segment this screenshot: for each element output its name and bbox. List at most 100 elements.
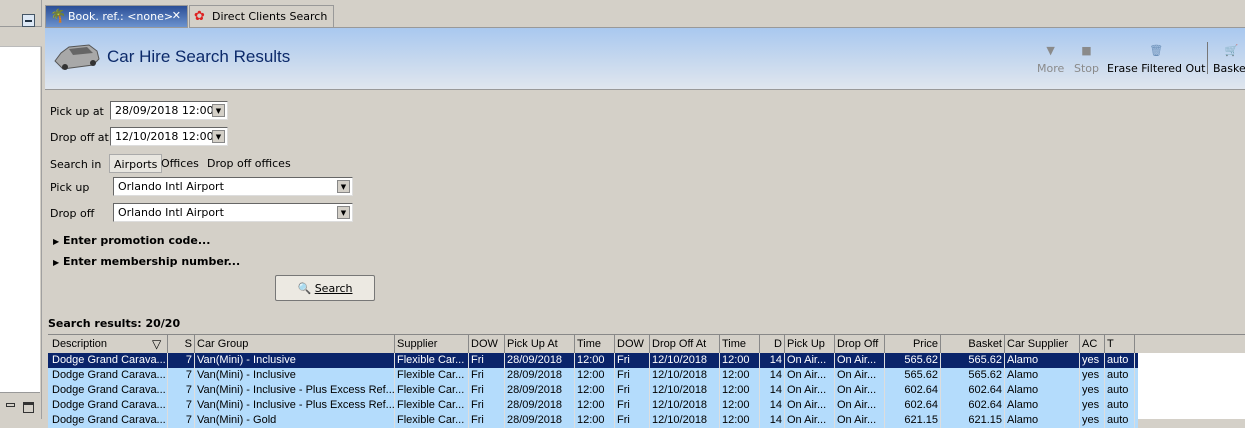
cell-dropoff-dow: Fri <box>615 368 650 383</box>
cell-car-group: Van(Mini) - Inclusive - Plus Excess Ref.… <box>197 383 395 398</box>
column-header-pickup-location[interactable]: Pick Up <box>785 335 835 353</box>
search-in-label: Search in <box>50 158 102 171</box>
cell-dropoff-dow: Fri <box>615 383 650 398</box>
dropdown-arrow-icon[interactable]: ▼ <box>212 104 225 117</box>
cell-basket: 602.64 <box>941 398 1005 413</box>
column-header-basket[interactable]: Basket <box>941 335 1005 353</box>
column-header-dropoff-at[interactable]: Drop Off At <box>650 335 720 353</box>
table-row[interactable]: Dodge Grand Carava... 7 Van(Mini) - Gold Fl… <box>48 413 1138 428</box>
column-header-pickup-dow[interactable]: DOW <box>469 335 505 353</box>
close-icon[interactable]: ✕ <box>172 9 181 22</box>
dropoff-at-field[interactable]: 12/10/2018 12:00 ▼ <box>110 127 228 146</box>
search-in-dropoff-offices[interactable]: Drop off offices <box>203 154 295 173</box>
cell-seats: 7 <box>168 383 195 398</box>
column-header-car-supplier[interactable]: Car Supplier <box>1005 335 1080 353</box>
cell-pickup-dow: Fri <box>469 413 505 428</box>
cell-transmission: auto <box>1105 368 1135 383</box>
basket-icon: 🛒 <box>1224 44 1239 57</box>
erase-filtered-out-button[interactable]: 🗑 Erase Filtered Out <box>1107 44 1205 75</box>
membership-number-expander[interactable]: ▶ Enter membership number... <box>53 255 240 268</box>
cell-supplier: Flexible Car... <box>395 413 469 428</box>
membership-label: Enter membership number... <box>63 255 241 268</box>
table-row[interactable]: Dodge Grand Carava... 7 Van(Mini) - Inclus… <box>48 368 1138 383</box>
cell-price: 602.64 <box>885 383 941 398</box>
cell-supplier: Flexible Car... <box>395 368 469 383</box>
cell-description: Dodge Grand Carava... <box>50 368 168 383</box>
basket-button[interactable]: 🛒 Basket <box>1213 44 1245 75</box>
tab-label: Direct Clients Search <box>212 10 328 23</box>
table-row[interactable]: Dodge Grand Carava... 7 Van(Mini) - Inclus… <box>48 383 1138 398</box>
left-panel-header <box>0 5 42 27</box>
stop-icon: ■ <box>1081 44 1092 57</box>
dropdown-arrow-icon[interactable]: ▼ <box>337 180 350 193</box>
cell-pickup-at: 28/09/2018 <box>505 383 575 398</box>
cell-transmission: auto <box>1105 353 1135 368</box>
pickup-at-field[interactable]: 28/09/2018 12:00 ▼ <box>110 101 228 120</box>
pickup-at-label: Pick up at <box>50 105 104 118</box>
cell-ac: yes <box>1080 368 1105 383</box>
minimize-icon[interactable] <box>22 14 35 27</box>
column-header-dropoff-dow[interactable]: DOW <box>615 335 650 353</box>
cell-description: Dodge Grand Carava... <box>50 353 168 368</box>
dropoff-at-label: Drop off at <box>50 131 109 144</box>
tab-booking[interactable]: 🌴 Book. ref.: <none> ✕ <box>45 5 188 28</box>
cell-dropoff-at: 12/10/2018 <box>650 398 720 413</box>
column-header-dropoff-time[interactable]: Time <box>720 335 760 353</box>
more-label: More <box>1037 62 1065 75</box>
cell-dropoff-time: 12:00 <box>720 413 760 428</box>
cell-car-group: Van(Mini) - Inclusive <box>195 353 395 368</box>
cell-supplier: Flexible Car... <box>395 398 469 413</box>
minimize-icon[interactable] <box>6 403 15 407</box>
tab-strip <box>334 5 1245 28</box>
search-in-offices[interactable]: Offices <box>157 154 203 173</box>
cell-dropoff-dow: Fri <box>615 353 650 368</box>
cell-basket: 565.62 <box>941 353 1005 368</box>
pickup-select[interactable]: Orlando Intl Airport ▼ <box>113 177 353 196</box>
column-header-supplier[interactable]: Supplier <box>395 335 469 353</box>
pickup-label: Pick up <box>50 181 90 194</box>
column-header-car-group[interactable]: Car Group <box>195 335 395 353</box>
cell-dropoff-at: 12/10/2018 <box>650 353 720 368</box>
cell-pickup-dow: Fri <box>469 368 505 383</box>
page-title: Car Hire Search Results <box>107 47 291 66</box>
cell-dropoff-at: 12/10/2018 <box>650 413 720 428</box>
column-header-days[interactable]: D <box>760 335 785 353</box>
column-header-pickup-at[interactable]: Pick Up At <box>505 335 575 353</box>
tab-direct-clients-search[interactable]: ✿ Direct Clients Search <box>189 5 334 28</box>
more-button[interactable]: ▼ More <box>1037 44 1064 75</box>
cell-dropoff-at: 12/10/2018 <box>650 368 720 383</box>
cell-transmission: auto <box>1105 398 1135 413</box>
column-header-description[interactable]: Description <box>50 335 168 353</box>
search-button[interactable]: 🔍 Search <box>275 275 375 301</box>
search-in-airports[interactable]: Airports <box>109 154 163 173</box>
table-row[interactable]: Dodge Grand Carava... 7 Van(Mini) - Inclus… <box>48 353 1138 368</box>
cell-description: Dodge Grand Carava... <box>50 413 168 428</box>
promo-label: Enter promotion code... <box>63 234 211 247</box>
clients-icon: ✿ <box>194 9 205 24</box>
left-panel-toolbar <box>0 27 42 47</box>
cell-transmission: auto <box>1105 413 1135 428</box>
table-row[interactable]: Dodge Grand Carava... 7 Van(Mini) - Inclus… <box>48 398 1138 413</box>
dropdown-arrow-icon[interactable]: ▼ <box>212 130 225 143</box>
cell-dropoff-location: On Air... <box>835 353 885 368</box>
cell-pickup-at: 28/09/2018 <box>505 353 575 368</box>
cell-car-supplier: Alamo <box>1005 353 1080 368</box>
maximize-icon[interactable] <box>23 402 34 413</box>
stop-button[interactable]: ■ Stop <box>1074 44 1099 75</box>
dropdown-arrow-icon[interactable]: ▼ <box>337 206 350 219</box>
cell-price: 621.15 <box>885 413 941 428</box>
cell-dropoff-location: On Air... <box>835 398 885 413</box>
column-header-transmission[interactable]: T <box>1105 335 1135 353</box>
column-header-seats[interactable]: S <box>168 335 195 353</box>
cell-transmission: auto <box>1105 383 1135 398</box>
dropoff-select[interactable]: Orlando Intl Airport ▼ <box>113 203 353 222</box>
column-header-price[interactable]: Price <box>885 335 941 353</box>
cell-pickup-time: 12:00 <box>575 413 615 428</box>
column-header-dropoff-location[interactable]: Drop Off <box>835 335 885 353</box>
promotion-code-expander[interactable]: ▶ Enter promotion code... <box>53 234 210 247</box>
cell-dropoff-dow: Fri <box>615 413 650 428</box>
column-header-ac[interactable]: AC <box>1080 335 1105 353</box>
filter-icon[interactable]: ▽ <box>152 337 161 351</box>
column-header-pickup-time[interactable]: Time <box>575 335 615 353</box>
cell-supplier: Flexible Car... <box>395 353 469 368</box>
